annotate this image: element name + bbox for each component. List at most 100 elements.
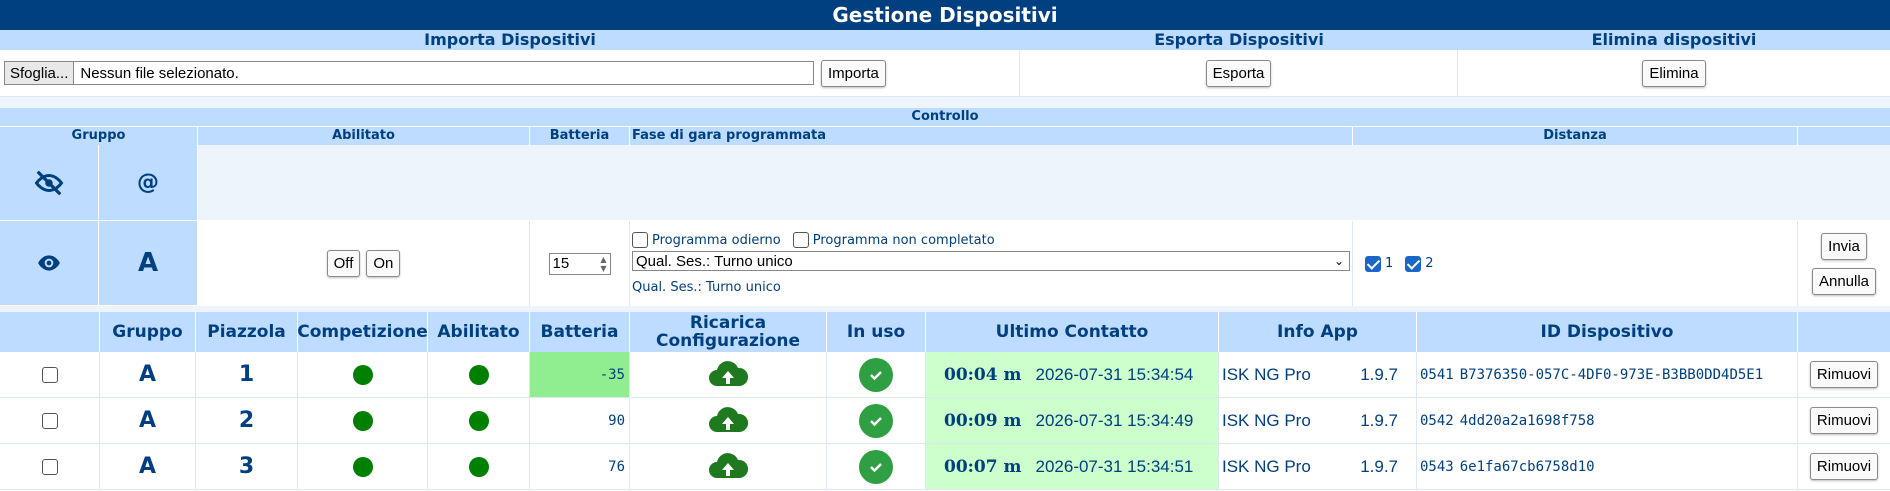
spacer [0, 97, 1890, 108]
import-header: Importa Dispositivi [424, 30, 596, 49]
th-gruppo: Gruppo [100, 312, 196, 352]
action-cell: Invia Annulla [1798, 221, 1890, 306]
group-letter-cell: A [99, 221, 198, 306]
th-ricarica: Ricarica Configurazione [630, 312, 827, 352]
export-cell: Esporta [1020, 50, 1458, 96]
cloud-upload-icon[interactable] [707, 451, 749, 483]
th-actions [1798, 312, 1890, 352]
phase-select[interactable]: Qual. Ses.: Turno unico ⌄ [632, 251, 1350, 271]
enabled-status-icon [468, 364, 489, 385]
row-app: ISK NG Pro [1222, 456, 1311, 476]
battery-cell: 15 ▲ ▼ [530, 221, 630, 306]
row-in-use-cell [827, 352, 926, 397]
col-actions [1798, 127, 1890, 145]
row-device-id: 4dd20a2a1698f758 [1459, 412, 1595, 429]
control-row-visible: A Off On 15 ▲ ▼ Programma odierno Program… [0, 221, 1890, 306]
row-piazzola: 2 [238, 408, 255, 433]
export-header: Esporta Dispositivi [1154, 30, 1324, 49]
distance-1-label: 1 [1385, 256, 1394, 271]
row-enabled-cell[interactable] [428, 352, 530, 397]
row-group: A [138, 454, 157, 479]
row-datetime: 2026-07-31 15:34:49 [1035, 410, 1194, 430]
cancel-button[interactable]: Annulla [1811, 267, 1877, 295]
row-battery-cell: 76 [530, 444, 630, 489]
row-id-cell: 0541 B7376350-057C-4DF0-973E-B3BB0DD4D5E… [1417, 352, 1798, 397]
distance-1-checkbox[interactable] [1365, 255, 1381, 272]
row-datetime: 2026-07-31 15:34:51 [1035, 456, 1194, 476]
row-enabled-cell[interactable] [428, 398, 530, 443]
check-circle-icon [859, 403, 893, 438]
row-battery: 90 [608, 412, 625, 429]
battery-stepper[interactable]: 15 ▲ ▼ [548, 252, 611, 275]
row-group: A [138, 362, 157, 387]
row-piazzola-cell: 2 [196, 398, 298, 443]
check-circle-icon [859, 357, 893, 392]
row-recharge-cell [630, 444, 827, 489]
row-in-use-cell [827, 444, 926, 489]
th-id-dispositivo: ID Dispositivo [1417, 312, 1798, 352]
row-recharge-cell [630, 398, 827, 443]
section-headers: Importa Dispositivi Esporta Dispositivi … [0, 30, 1890, 50]
cloud-upload-icon[interactable] [707, 359, 749, 391]
on-button[interactable]: On [366, 250, 401, 277]
row-device-id: 6e1fa67cb6758d10 [1459, 458, 1595, 475]
delete-button[interactable]: Elimina [1642, 59, 1706, 87]
th-piazzola: Piazzola [196, 312, 298, 352]
table-row: A 1 -35 00:04 m 2026-07-31 15:34:54 ISK … [0, 352, 1890, 398]
row-select-cell [0, 444, 100, 489]
row-select-checkbox[interactable] [41, 458, 58, 475]
file-input[interactable]: Sfoglia... Nessun file selezionato. [4, 61, 814, 85]
today-program-checkbox[interactable] [632, 232, 648, 248]
row-enabled-cell[interactable] [428, 444, 530, 489]
row-elapsed: 00:09 m [944, 410, 1022, 431]
export-button[interactable]: Esporta [1205, 59, 1272, 87]
page-title: Gestione Dispositivi [0, 0, 1890, 30]
eye-icon [38, 255, 60, 271]
row-battery: 76 [608, 458, 625, 475]
row-group-cell: A [100, 398, 196, 443]
enable-cell: Off On [198, 221, 530, 306]
row-piazzola-cell: 1 [196, 352, 298, 397]
row-last-contact-cell: 00:04 m 2026-07-31 15:34:54 [926, 352, 1219, 397]
row-last-contact-cell: 00:09 m 2026-07-31 15:34:49 [926, 398, 1219, 443]
competition-status-icon [352, 410, 373, 431]
col-fase: Fase di gara programmata [630, 127, 1353, 145]
devices-table-body: A 1 -35 00:04 m 2026-07-31 15:34:54 ISK … [0, 352, 1890, 490]
incomplete-program-checkbox[interactable] [792, 232, 809, 248]
browse-button[interactable]: Sfoglia... [5, 62, 75, 84]
send-button[interactable]: Invia [1821, 232, 1867, 260]
import-button[interactable]: Importa [821, 59, 886, 87]
remove-button[interactable]: Rimuovi [1809, 407, 1879, 434]
incomplete-program-label: Programma non completato [812, 232, 995, 248]
row-elapsed: 00:04 m [944, 364, 1022, 385]
th-info-app: Info App [1219, 312, 1417, 352]
file-status-text: Nessun file selezionato. [80, 64, 239, 82]
remove-button[interactable]: Rimuovi [1809, 361, 1879, 388]
toggle-visibility-hidden[interactable] [0, 145, 99, 221]
enabled-status-icon [468, 410, 489, 431]
row-select-checkbox[interactable] [41, 412, 58, 429]
row-last-contact-cell: 00:07 m 2026-07-31 15:34:51 [926, 444, 1219, 489]
remove-button[interactable]: Rimuovi [1809, 453, 1879, 480]
row-select-cell [0, 398, 100, 443]
group-letter: A [137, 248, 159, 278]
toggle-visibility-shown[interactable] [0, 221, 99, 306]
row-device-id: B7376350-057C-4DF0-973E-B3BB0DD4D5E1 [1459, 366, 1764, 383]
th-ultimo-contatto: Ultimo Contatto [926, 312, 1219, 352]
eye-off-icon [34, 170, 64, 195]
control-row-empty [198, 145, 1890, 221]
row-info-cell: ISK NG Pro 1.9.7 [1219, 444, 1417, 489]
cloud-upload-icon[interactable] [707, 405, 749, 437]
row-code: 0543 [1420, 458, 1454, 475]
col-gruppo: Gruppo [0, 127, 198, 145]
row-battery: -35 [599, 366, 625, 383]
import-cell: Sfoglia... Nessun file selezionato. Impo… [0, 50, 1020, 96]
off-button[interactable]: Off [326, 250, 361, 277]
phase-select-value: Qual. Ses.: Turno unico [636, 252, 793, 270]
stepper-arrows-icon[interactable]: ▲ ▼ [600, 255, 609, 273]
table-row: A 3 76 00:07 m 2026-07-31 15:34:51 ISK N… [0, 444, 1890, 490]
check-circle-icon [859, 449, 893, 484]
row-select-checkbox[interactable] [41, 366, 58, 383]
distance-2-checkbox[interactable] [1405, 255, 1422, 272]
row-version: 1.9.7 [1360, 456, 1398, 476]
